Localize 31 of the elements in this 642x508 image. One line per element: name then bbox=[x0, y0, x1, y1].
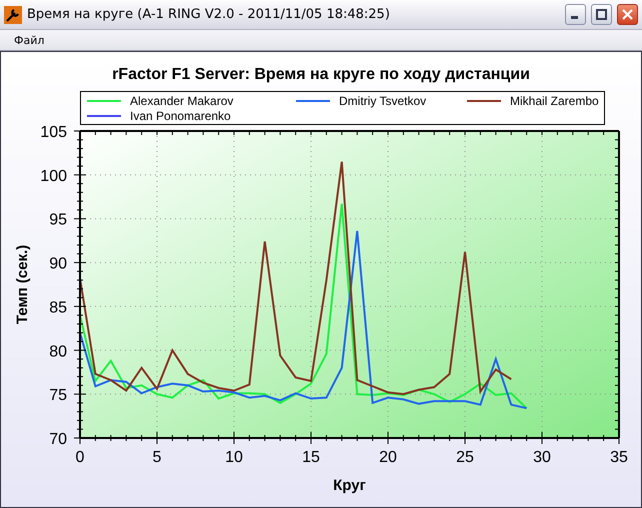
wrench-icon bbox=[4, 6, 22, 24]
y-tick-label: 80 bbox=[49, 343, 67, 360]
window-title: Время на круге (A-1 RING V2.0 - 2011/11/05 18:48:25) bbox=[27, 7, 391, 22]
x-tick-label: 15 bbox=[302, 449, 320, 466]
x-tick-label: 25 bbox=[456, 449, 474, 466]
legend-item: Alexander Makarov bbox=[81, 93, 290, 108]
y-tick-label: 85 bbox=[49, 299, 67, 316]
close-icon bbox=[622, 9, 633, 20]
y-tick-label: 100 bbox=[40, 168, 67, 185]
chart-title: rFactor F1 Server: Время на круге по ходу дистанции bbox=[111, 66, 531, 85]
x-tick-label: 5 bbox=[152, 449, 162, 466]
close-button[interactable] bbox=[617, 4, 638, 25]
legend-item: Dmitriy Tsvetkov bbox=[290, 93, 461, 108]
legend-item: Mikhail Zarembo bbox=[461, 93, 604, 108]
x-tick-label: 0 bbox=[76, 449, 84, 466]
maximize-button[interactable] bbox=[591, 4, 612, 25]
menu-item[interactable]: Файл bbox=[6, 34, 52, 46]
x-axis-label: Круг bbox=[333, 477, 366, 494]
x-tick-label: 30 bbox=[533, 449, 551, 466]
maximize-icon bbox=[596, 9, 607, 20]
x-tick-label: 20 bbox=[379, 449, 397, 466]
y-tick-label: 90 bbox=[49, 256, 67, 273]
y-tick-label: 105 bbox=[40, 125, 67, 141]
y-tick-label: 75 bbox=[49, 387, 67, 404]
y-tick-label: 70 bbox=[49, 431, 67, 448]
minimize-button[interactable] bbox=[565, 4, 586, 25]
y-tick-label: 95 bbox=[49, 212, 67, 229]
y-axis-label: Темп (сек.) bbox=[14, 244, 31, 324]
x-tick-label: 10 bbox=[225, 449, 243, 466]
x-tick-label: 35 bbox=[610, 449, 628, 466]
legend-item: Ivan Ponomarenko bbox=[81, 108, 290, 123]
